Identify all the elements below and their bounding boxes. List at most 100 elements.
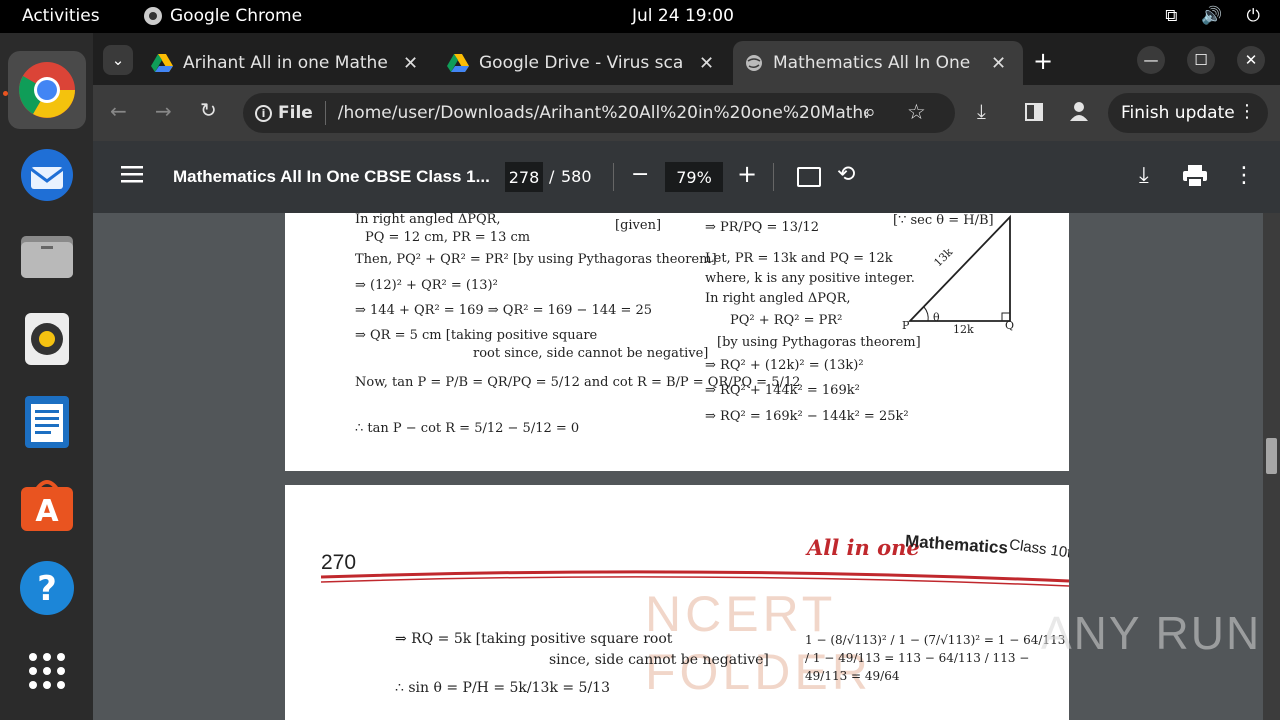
close-window-button[interactable]: ✕ [1237,46,1265,74]
pdf-toolbar: Mathematics All In One CBSE Class 1... 2… [93,141,1280,213]
text-line: ⇒ (12)² + QR² = (13)² [355,278,498,293]
text-line: ⇒ RQ² + 144k² = 169k² [705,383,860,398]
close-icon[interactable]: ✕ [991,53,1006,74]
tab-mathematics[interactable]: Mathematics All In One C ✕ [733,41,1023,85]
zoom-out-icon[interactable]: − [631,162,649,187]
maximize-icon: ☐ [1194,51,1208,69]
pdf-viewer[interactable]: In right angled ΔPQR, PQ = 12 cm, PR = 1… [93,213,1280,720]
speaker-icon [25,313,69,365]
address-bar[interactable]: i File /home/user/Downloads/Arihant%20Al… [243,93,955,133]
text-line: [by using Pythagoras theorem] [717,335,921,350]
back-arrow-icon[interactable]: ← [110,99,127,123]
divider [773,163,774,191]
brand-subject: Mathematics [904,531,1009,558]
chevron-down-icon: ⌄ [111,51,125,69]
more-vert-icon[interactable]: ⋮ [1233,163,1255,188]
text-line: since, side cannot be negative] [549,652,769,668]
pdf-page: In right angled ΔPQR, PQ = 12 cm, PR = 1… [285,213,1069,471]
chrome-icon [19,62,75,118]
document-writer-icon [25,396,69,448]
scrollbar-thumb[interactable] [1266,438,1277,474]
site-info-chip[interactable]: i File [255,103,313,123]
profile-icon[interactable] [1069,101,1089,127]
chrome-app-icon [144,7,162,25]
header-rule [320,570,1069,587]
app-grid-icon [29,653,65,689]
dock-rhythmbox[interactable] [8,300,86,378]
finish-update-label: Finish update [1121,103,1235,123]
clock[interactable]: Jul 24 19:00 [632,6,734,26]
tab-google-drive[interactable]: Google Drive - Virus scar ✕ [447,41,727,85]
triangle-diagram [907,214,1011,322]
google-drive-icon [447,54,469,72]
side-panel-icon[interactable] [1025,103,1043,121]
more-vert-icon: ⋮ [1238,101,1256,122]
tab-label: Mathematics All In One C [773,53,976,73]
network-icon: ⧉ [1165,6,1178,26]
close-icon[interactable]: ✕ [699,53,714,74]
app-menu[interactable]: Google Chrome [144,6,302,26]
svg-text:A: A [35,494,59,529]
fit-page-icon[interactable] [797,167,821,187]
print-icon[interactable] [1183,165,1207,191]
dock-chrome[interactable] [8,51,86,129]
vertex-p-label: P [902,319,910,332]
text-line: ∴ tan P − cot R = 5/12 − 5/12 = 0 [355,421,580,436]
vertex-q-label: Q [1005,319,1015,332]
reload-icon[interactable]: ↻ [200,98,217,122]
fraction-expression: 1 − (8/√113)² / 1 − (7/√113)² = 1 − 64/1… [805,633,1066,683]
close-icon[interactable]: ✕ [403,53,418,74]
tab-search-button[interactable]: ⌄ [103,45,133,75]
tab-arihant[interactable]: Arihant All in one Mathe ✕ [151,41,431,85]
maximize-button[interactable]: ☐ [1187,46,1215,74]
dock-software[interactable]: A [8,466,86,544]
volume-icon: 🔊 [1201,6,1223,26]
page-total: 580 [561,167,592,186]
finish-update-button[interactable]: Finish update ⋮ [1108,93,1268,133]
zoom-input[interactable]: 79% [665,162,723,192]
forward-arrow-icon[interactable]: → [155,99,172,123]
help-icon: ? [20,561,74,615]
text-line: root since, side cannot be negative] [473,346,709,361]
bookmark-star-icon[interactable]: ☆ [907,100,926,124]
system-menu[interactable]: ⧉ 🔊 ⏻ [1165,6,1260,26]
text-line: PQ² + RQ² = PR² [730,313,843,328]
text-line: In right angled ΔPQR, [705,291,851,306]
text-line: ⇒ 144 + QR² = 169 ⇒ QR² = 169 − 144 = 25 [355,303,653,318]
text-line: ∴ sin θ = P/H = 5k/13k = 5/13 [395,680,610,696]
close-icon: ✕ [1244,51,1258,69]
triangle-base-label: 12k [953,323,974,336]
divider [613,163,614,191]
page-number-input[interactable]: 278 [505,162,543,192]
text-line: PQ = 12 cm, PR = 13 cm [365,230,531,245]
svg-text:?: ? [37,569,57,609]
brand-class: Class 10th [1008,536,1069,563]
dock-show-apps[interactable] [8,632,86,710]
zoom-in-icon[interactable]: + [737,160,757,188]
dock-thunderbird[interactable] [8,134,86,212]
info-icon: i [255,104,272,122]
dock-writer[interactable] [8,383,86,461]
download-icon[interactable]: ⤓ [977,99,986,123]
minimize-button[interactable]: — [1137,46,1165,74]
activities-button[interactable]: Activities [22,6,100,26]
triangle-angle-label: θ [933,311,940,324]
rotate-icon[interactable]: ⟲ [837,162,855,187]
text-line: ⇒ RQ = 5k [taking positive square root [395,631,673,647]
brand-logo-text: All in one [807,535,920,560]
tab-strip: ⌄ Arihant All in one Mathe ✕ Google Driv… [93,33,1280,85]
dock-files[interactable] [8,217,86,295]
text-line: ⇒ RQ² = 169k² − 144k² = 25k² [705,409,909,424]
url-text: /home/user/Downloads/Arihant%20All%20in%… [337,103,868,123]
pdf-download-icon[interactable]: ⤓ [1139,163,1149,188]
scrollbar[interactable] [1263,213,1280,720]
menu-icon[interactable] [121,165,143,187]
zoom-icon[interactable]: ⌕ [865,101,876,123]
power-icon: ⏻ [1246,6,1260,26]
scheme-label: File [278,103,313,123]
anyrun-watermark: ANY RUN [1041,607,1262,659]
dock-help[interactable]: ? [8,549,86,627]
new-tab-plus-icon[interactable]: + [1033,47,1053,75]
divider [324,101,326,125]
thunderbird-icon [21,149,73,201]
